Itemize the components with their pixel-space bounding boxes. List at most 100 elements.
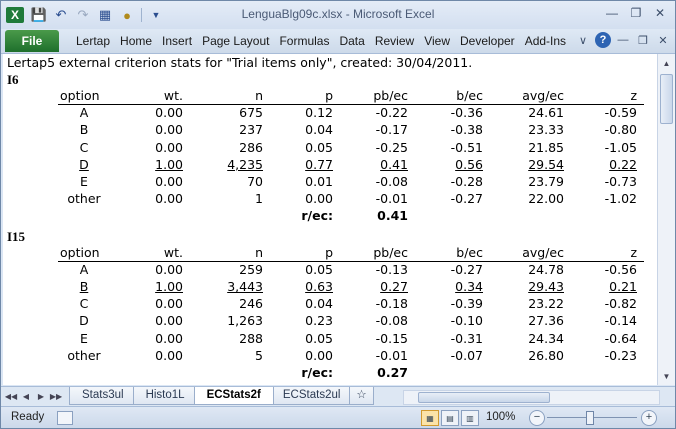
ribbon-tab-developer[interactable]: Developer [455,34,520,48]
ribbon-tab-view[interactable]: View [419,34,455,48]
cell-pbec[interactable]: 0.41 [380,157,408,172]
sheet-tab-ecstats2f[interactable]: ECStats2f [193,387,274,405]
cell-z[interactable]: 0.22 [609,157,637,172]
column-header[interactable]: n [255,245,263,260]
cell-n[interactable]: 4,235 [227,157,263,172]
cell-bec[interactable]: -0.10 [451,313,483,328]
cell-wt[interactable]: 0.00 [155,122,183,137]
cell-z[interactable]: -0.56 [605,262,637,277]
sheet-tab-ecstats2ul[interactable]: ECStats2ul [269,387,354,405]
cell-pbec[interactable]: -0.15 [376,331,408,346]
cell-n[interactable]: 1 [255,191,263,206]
cell-bec[interactable]: -0.28 [451,174,483,189]
cell-z[interactable]: 0.21 [609,279,637,294]
ribbon-tab-add-ins[interactable]: Add-Ins [520,34,571,48]
sheet-tab-histo1l[interactable]: Histo1L [132,387,198,405]
first-sheet-icon[interactable]: ◀◀ [5,390,17,402]
ribbon-tab-page-layout[interactable]: Page Layout [197,34,274,48]
cell-z[interactable]: -0.64 [605,331,637,346]
cell-avgec[interactable]: 22.00 [528,191,564,206]
cell-p[interactable]: 0.05 [305,262,333,277]
cell-pbec[interactable]: -0.17 [376,122,408,137]
cell-option[interactable]: other [55,348,113,363]
cell-wt[interactable]: 0.00 [155,140,183,155]
workbook-minimize-icon[interactable]: — [615,32,631,48]
cell-p[interactable]: 0.00 [305,191,333,206]
cell-option[interactable]: C [55,296,113,311]
cell-p[interactable]: 0.05 [305,331,333,346]
item-label[interactable]: I6 [7,72,19,88]
workbook-restore-icon[interactable]: ❐ [635,32,651,48]
cell-z[interactable]: -0.73 [605,174,637,189]
cell-z[interactable]: -0.14 [605,313,637,328]
cell-pbec[interactable]: -0.08 [376,313,408,328]
worksheet[interactable]: Lertap5 external criterion stats for "Tr… [3,54,657,385]
close-icon[interactable]: ✕ [651,4,669,22]
cell-p[interactable]: 0.00 [305,348,333,363]
ribbon-tab-home[interactable]: Home [115,34,157,48]
cell-p[interactable]: 0.01 [305,174,333,189]
column-header[interactable]: avg/ec [522,88,564,103]
horizontal-scroll-thumb[interactable] [418,392,550,403]
column-header[interactable]: b/ec [456,245,483,260]
cell-option[interactable]: B [55,122,113,137]
cell-pbec[interactable]: -0.25 [376,140,408,155]
column-header[interactable]: pb/ec [373,245,408,260]
cell-wt[interactable]: 0.00 [155,262,183,277]
cell-pbec[interactable]: 0.27 [380,279,408,294]
scroll-down-icon[interactable]: ▼ [659,369,674,383]
sheet-header[interactable]: Lertap5 external criterion stats for "Tr… [7,55,472,70]
column-header[interactable]: wt. [164,88,183,103]
cell-option[interactable]: E [55,331,113,346]
help-icon[interactable]: ? [595,32,611,48]
cell-wt[interactable]: 1.00 [155,157,183,172]
ribbon-tab-review[interactable]: Review [370,34,419,48]
column-header[interactable]: avg/ec [522,245,564,260]
cell-bec[interactable]: -0.36 [451,105,483,120]
cell-p[interactable]: 0.05 [305,140,333,155]
prev-sheet-icon[interactable]: ◀ [20,390,32,402]
cell-option[interactable]: A [55,262,113,277]
collapse-ribbon-icon[interactable]: ∨ [575,32,591,48]
cell-pbec[interactable]: -0.01 [376,348,408,363]
cell-wt[interactable]: 0.00 [155,313,183,328]
cell-avgec[interactable]: 23.79 [528,174,564,189]
cell-wt[interactable]: 0.00 [155,348,183,363]
cell-pbec[interactable]: -0.08 [376,174,408,189]
cell-avgec[interactable]: 24.34 [528,331,564,346]
cell-wt[interactable]: 0.00 [155,296,183,311]
r-ec-label[interactable]: r/ec: [301,208,333,223]
vertical-scroll-thumb[interactable] [660,74,673,124]
zoom-in-icon[interactable]: + [641,410,657,426]
scroll-up-icon[interactable]: ▲ [659,56,674,70]
cell-option[interactable]: E [55,174,113,189]
cell-pbec[interactable]: -0.18 [376,296,408,311]
ribbon-tab-lertap[interactable]: Lertap [71,34,115,48]
cell-n[interactable]: 246 [239,296,263,311]
column-header[interactable]: option [60,245,100,260]
cell-wt[interactable]: 0.00 [155,191,183,206]
cell-bec[interactable]: -0.38 [451,122,483,137]
cell-n[interactable]: 5 [255,348,263,363]
cell-n[interactable]: 675 [239,105,263,120]
cell-option[interactable]: D [55,313,113,328]
cell-z[interactable]: -0.23 [605,348,637,363]
cell-bec[interactable]: 0.56 [455,157,483,172]
cell-avgec[interactable]: 21.85 [528,140,564,155]
cell-avgec[interactable]: 23.22 [528,296,564,311]
r-ec-value[interactable]: 0.27 [377,365,408,380]
cell-n[interactable]: 237 [239,122,263,137]
cell-p[interactable]: 0.04 [305,122,333,137]
cell-option[interactable]: A [55,105,113,120]
cell-bec[interactable]: -0.51 [451,140,483,155]
column-header[interactable]: pb/ec [373,88,408,103]
cell-wt[interactable]: 0.00 [155,105,183,120]
cell-pbec[interactable]: -0.13 [376,262,408,277]
cell-bec[interactable]: -0.39 [451,296,483,311]
cell-avgec[interactable]: 27.36 [528,313,564,328]
cell-z[interactable]: -0.80 [605,122,637,137]
column-header[interactable]: option [60,88,100,103]
cell-bec[interactable]: -0.31 [451,331,483,346]
cell-n[interactable]: 1,263 [227,313,263,328]
normal-view-icon[interactable]: ▦ [421,410,439,426]
